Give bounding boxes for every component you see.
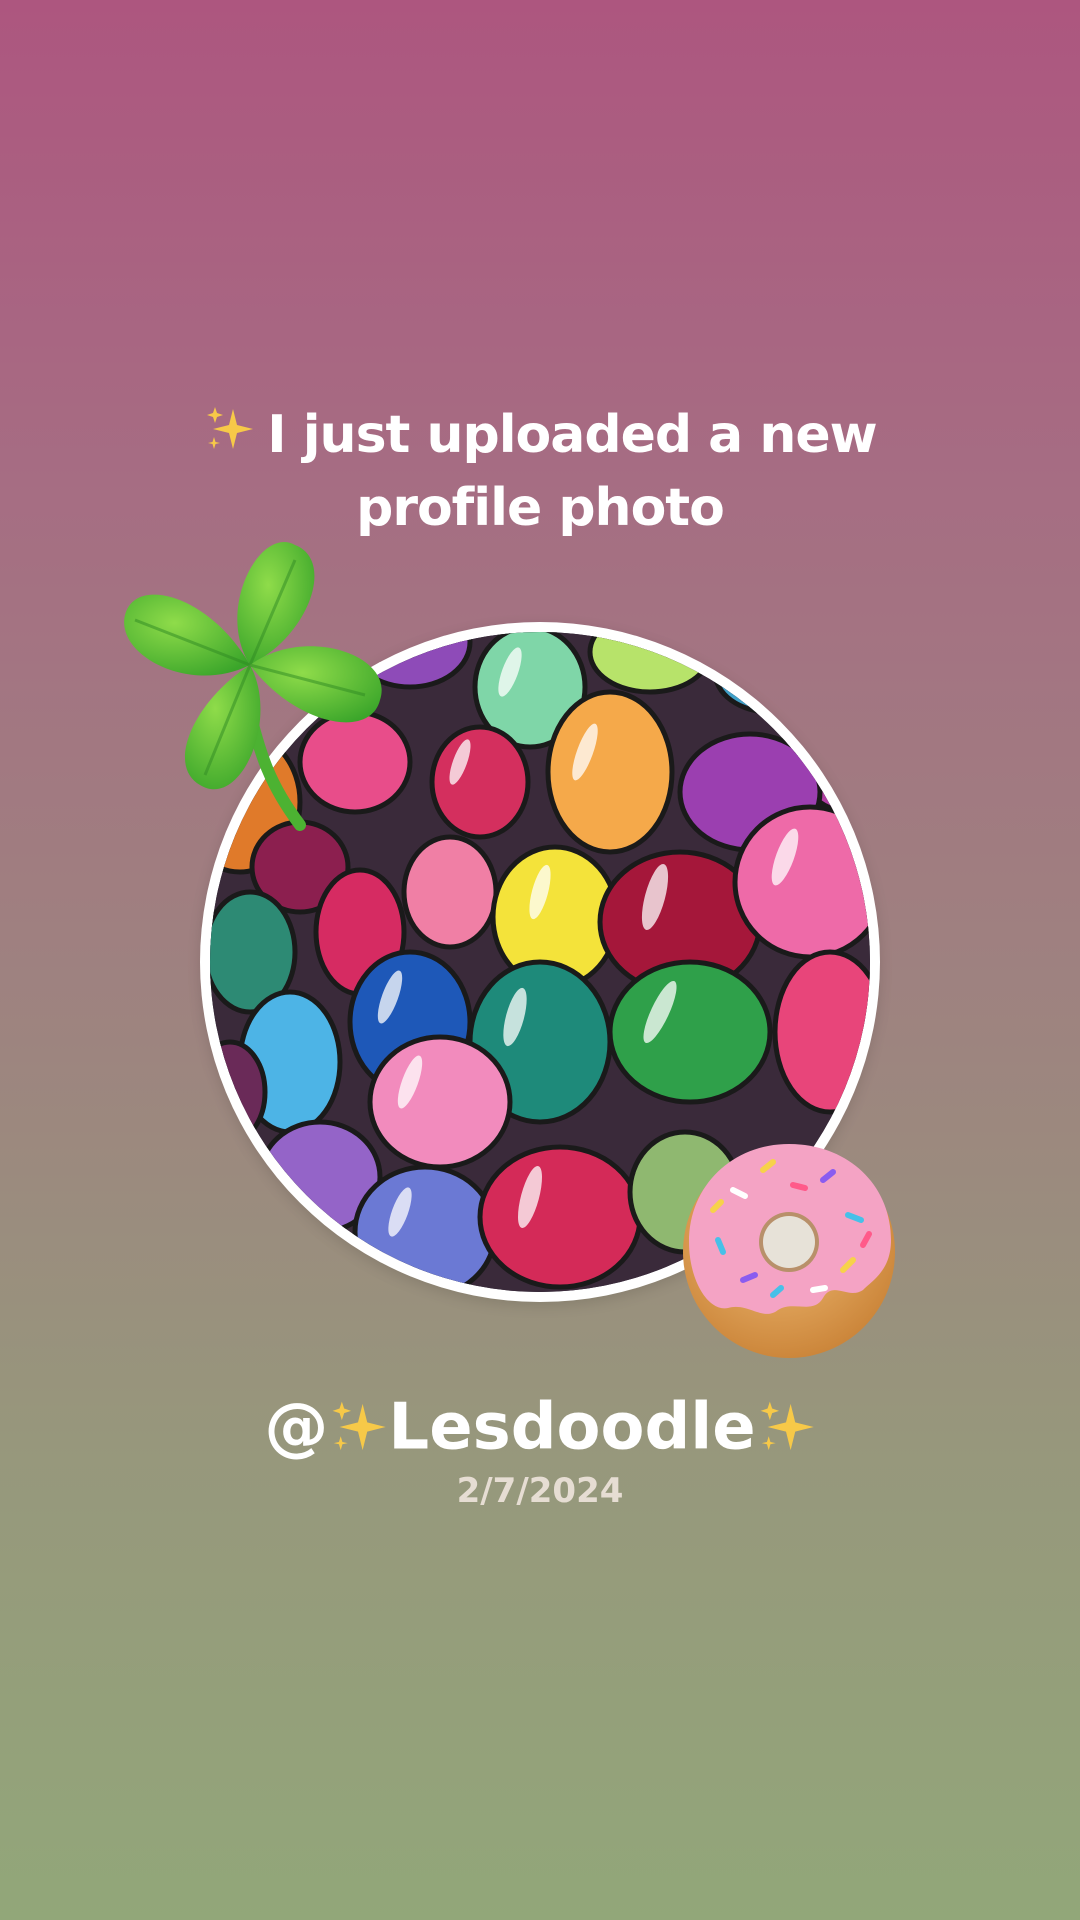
sparkles-icon (328, 1387, 388, 1461)
sparkles-icon (203, 403, 255, 473)
four-leaf-clover-icon (120, 515, 400, 845)
username-handle: @ Lesdoodle (40, 1380, 1040, 1471)
upload-date: 2/7/2024 (456, 1471, 624, 1511)
sparkles-icon (756, 1387, 816, 1461)
headline-line-1: I just uploaded a new (90, 400, 990, 473)
headline-text-1: I just uploaded a new (267, 405, 877, 465)
at-symbol: @ (264, 1390, 329, 1465)
donut-icon (673, 1130, 905, 1362)
username-text: Lesdoodle (388, 1390, 756, 1465)
